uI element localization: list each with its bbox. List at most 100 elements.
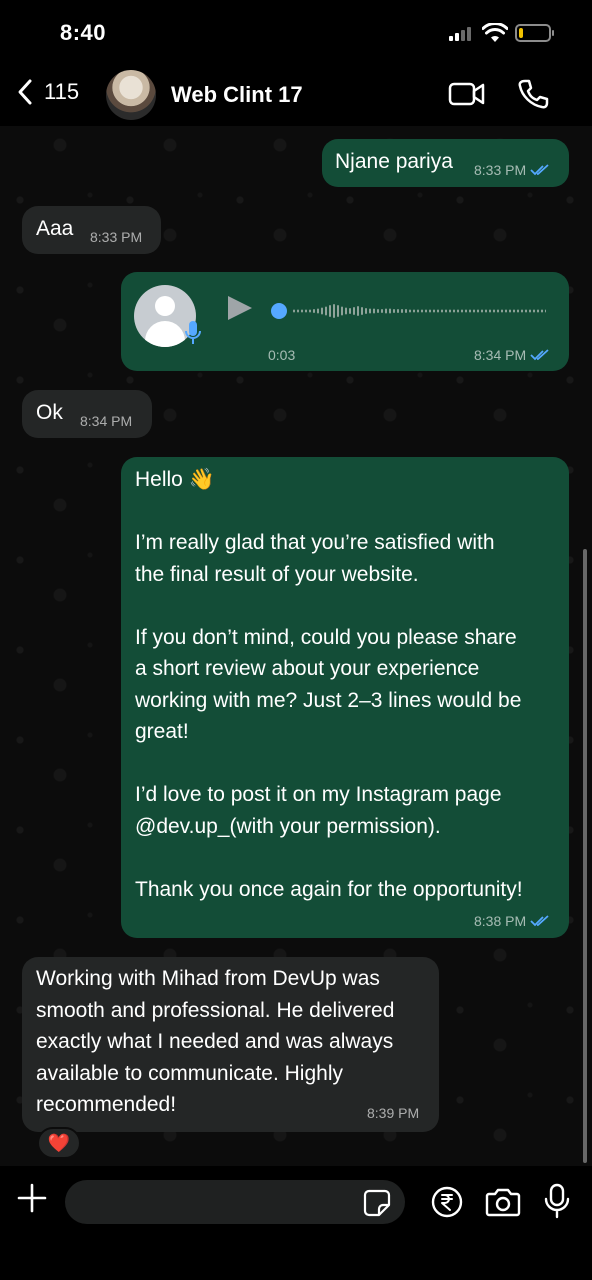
waveform-bar [421,309,423,313]
message-time: 8:39 PM [367,1105,420,1121]
read-ticks-icon [530,915,549,927]
phone-icon[interactable] [517,78,549,110]
waveform-bar [521,309,523,313]
waveform-bar [477,309,479,313]
message-meta: 8:33 PM [90,229,142,245]
waveform-bar [329,305,331,317]
camera-icon[interactable] [485,1187,521,1217]
waveform-bar [385,308,387,314]
input-bar [0,1166,592,1280]
waveform-bar [345,307,347,315]
waveform-bar [317,308,319,314]
microphone-icon[interactable] [544,1183,570,1219]
waveform-bar [533,309,535,313]
waveform [271,303,546,319]
waveform-bar [309,309,311,313]
waveform-bar [457,309,459,313]
sticker-icon[interactable] [363,1189,391,1217]
play-icon[interactable] [228,296,252,320]
outgoing-message[interactable]: Njane pariya 8:33 PM [322,139,569,187]
video-call-icon[interactable] [448,81,486,107]
waveform-bar [473,309,475,313]
voice-duration: 0:03 [268,347,296,363]
waveform-bar [529,309,531,313]
waveform-bar [445,309,447,313]
waveform-bar [437,309,439,313]
message-time: 8:34 PM [80,413,133,429]
waveform-bar [405,309,407,313]
waveform-bar [485,309,487,313]
waveform-bar [441,309,443,313]
read-ticks-icon [530,164,549,176]
back-button[interactable]: 115 [16,78,79,106]
waveform-bar [401,309,403,313]
contact-avatar[interactable] [106,70,156,120]
waveform-bar [301,309,303,313]
message-text: Ok [36,401,63,424]
waveform-bar [293,309,295,313]
waveform-bar [321,307,323,315]
waveform-bar [449,309,451,313]
message-meta: 8:33 PM [474,162,550,178]
waveform-bar [545,309,546,313]
message-text: Aaa [36,217,74,240]
incoming-message[interactable]: Ok 8:34 PM [22,390,152,438]
waveform-bar [325,306,327,316]
waveform-bar [389,308,391,314]
battery-icon [515,24,554,42]
playback-position-dot[interactable] [271,303,287,319]
waveform-bar [397,309,399,313]
waveform-bar [409,309,411,313]
waveform-bar [489,309,491,313]
waveform-bar [433,309,435,313]
read-ticks-icon [530,349,549,361]
plus-icon[interactable] [16,1182,48,1214]
incoming-message[interactable]: Working with Mihad from DevUp was smooth… [22,957,439,1132]
waveform-bar [505,309,507,313]
waveform-bar [381,309,383,313]
message-text: Njane pariya [335,150,453,173]
message-input[interactable] [65,1180,405,1224]
reaction-badge[interactable]: ❤️ [37,1127,81,1159]
waveform-bar [481,309,483,313]
message-text: Hello 👋 I’m really glad that you’re sati… [135,468,523,901]
chat-header: 115 Web Clint 17 [0,64,592,126]
status-time: 8:40 [60,20,107,45]
waveform-bar [361,307,363,315]
contact-name[interactable]: Web Clint 17 [171,82,303,108]
message-meta: 8:38 PM [474,913,550,929]
waveform-bar [517,309,519,313]
waveform-bar [353,307,355,315]
voice-message[interactable]: 0:03 8:34 PM [121,272,569,371]
message-time: 8:34 PM [474,347,527,363]
message-text: Working with Mihad from DevUp was smooth… [36,967,395,1116]
waveform-bar [349,308,351,314]
scrollbar[interactable] [583,549,587,1163]
chevron-left-icon [18,79,32,105]
message-meta: 8:39 PM [367,1105,419,1121]
message-meta: 8:34 PM [474,347,550,363]
status-bar: 8:40 [0,0,592,64]
waveform-bar [509,309,511,313]
waveform-bar [425,309,427,313]
message-time: 8:33 PM [474,162,527,178]
waveform-bar [417,309,419,313]
message-time: 8:33 PM [90,229,143,245]
waveform-bar [313,309,315,313]
cellular-signal-icon [449,27,475,41]
waveform-bar [493,309,495,313]
wifi-icon [482,23,508,42]
message-time: 8:38 PM [474,913,527,929]
waveform-bar [469,309,471,313]
waveform-bar [465,309,467,313]
waveform-bar [305,309,307,313]
waveform-bar [357,306,359,316]
waveform-bar [525,309,527,313]
rupee-payment-icon[interactable] [431,1186,463,1218]
waveform-bar [497,309,499,313]
outgoing-message[interactable]: Hello 👋 I’m really glad that you’re sati… [121,457,569,938]
battery-level [519,28,523,38]
waveform-bar [541,309,543,313]
waveform-bar [393,309,395,313]
incoming-message[interactable]: Aaa 8:33 PM [22,206,161,254]
